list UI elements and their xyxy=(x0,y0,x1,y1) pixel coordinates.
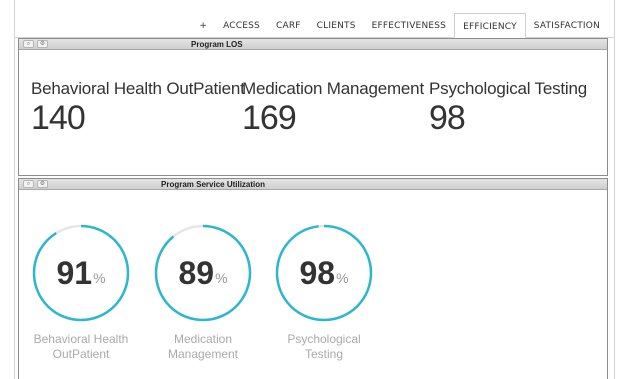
los-label: Behavioral Health OutPatient xyxy=(31,79,245,98)
gauge-label: Psychological Testing xyxy=(269,332,379,362)
gauge-label-line: Management xyxy=(167,347,239,361)
los-value: 98 xyxy=(429,99,466,137)
gauge-value: 89 xyxy=(178,254,215,291)
los-value: 140 xyxy=(31,99,86,137)
gear-icon[interactable]: ⚙ xyxy=(37,180,48,188)
tab-access[interactable]: ACCESS xyxy=(215,15,268,37)
tab-efficiency[interactable]: EFFICIENCY xyxy=(454,13,526,38)
tab-bar: + ACCESS CARF CLIENTS EFFECTIVENESS EFFI… xyxy=(15,13,614,38)
panel-header: ⌕ ⚙ Program LOS xyxy=(19,39,607,50)
gauge-label-line: Behavioral Health xyxy=(33,332,129,346)
gauge-behavioral: 91% Behavioral Health OutPatient xyxy=(31,223,131,362)
gauge-value: 98 xyxy=(299,254,336,291)
search-icon[interactable]: ⌕ xyxy=(23,180,34,188)
los-value: 169 xyxy=(242,99,297,137)
program-los-panel: ⌕ ⚙ Program LOS Behavioral Health OutPat… xyxy=(18,38,608,176)
panel-title: Program LOS xyxy=(191,40,243,49)
gauge-unit: % xyxy=(93,270,106,286)
gauge-label: Medication Management xyxy=(148,332,258,362)
tab-add[interactable]: + xyxy=(191,15,215,37)
tab-clients[interactable]: CLIENTS xyxy=(309,15,364,37)
search-icon[interactable]: ⌕ xyxy=(23,40,34,48)
gauge-unit: % xyxy=(215,270,228,286)
tab-effectiveness[interactable]: EFFECTIVENESS xyxy=(364,15,454,37)
gear-icon[interactable]: ⚙ xyxy=(37,40,48,48)
tab-carf[interactable]: CARF xyxy=(268,15,309,37)
los-label: Medication Management xyxy=(242,79,424,98)
panel-header: ⌕ ⚙ Program Service Utilization xyxy=(19,179,607,190)
los-item-medication: Medication Management 169 xyxy=(242,79,424,135)
gauge-value: 91 xyxy=(56,254,93,291)
los-item-psych-testing: Psychological Testing 98 xyxy=(429,79,587,135)
los-label: Psychological Testing xyxy=(429,79,588,98)
gauge-label-line: Psychological xyxy=(287,332,361,346)
gauge-label-line: Medication xyxy=(173,332,233,346)
los-item-behavioral: Behavioral Health OutPatient 140 xyxy=(31,79,245,135)
panel-title: Program Service Utilization xyxy=(161,180,266,189)
gauge-label-line: OutPatient xyxy=(52,347,110,361)
gauge-medication: 89% Medication Management xyxy=(153,223,253,362)
gauge-psych-testing: 98% Psychological Testing xyxy=(274,223,374,362)
tab-satisfaction[interactable]: SATISFACTION xyxy=(526,15,608,37)
gauge-label: Behavioral Health OutPatient xyxy=(26,332,136,362)
service-utilization-panel: ⌕ ⚙ Program Service Utilization 91% Beha… xyxy=(18,178,608,379)
gauge-label-line: Testing xyxy=(304,347,344,361)
gauge-unit: % xyxy=(336,270,349,286)
